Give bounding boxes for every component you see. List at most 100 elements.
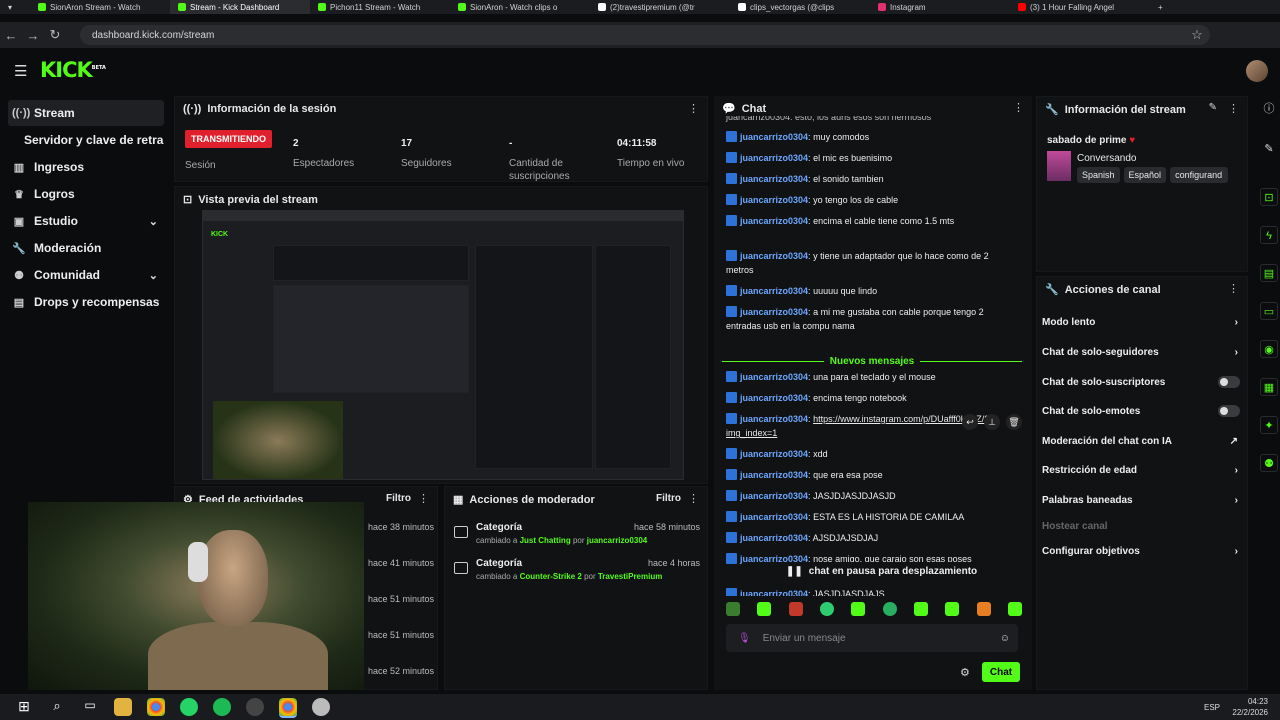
delete-icon[interactable]: 🗑 [1006, 414, 1022, 430]
stream-preview-video[interactable]: KICK [202, 210, 684, 480]
chat-message[interactable]: juancarrizo0304: AJSDJAJSDJAJ [726, 531, 1018, 545]
emote-icon[interactable] [757, 602, 772, 616]
chat-message-input[interactable]: 🎙 Enviar un mensaje ☺ [726, 624, 1018, 652]
wrench-icon[interactable]: ✦ [1260, 416, 1278, 434]
browser-tab[interactable]: Instagram [870, 0, 1010, 14]
action-emotes-only[interactable]: Chat de solo-emotes [1042, 401, 1242, 421]
spotify-icon[interactable] [213, 698, 231, 716]
browser-tab[interactable]: (2)travestipremium (@tr [590, 0, 730, 14]
feed-filter-button[interactable]: Filtro [386, 493, 411, 504]
info-icon[interactable]: ⓘ [1260, 100, 1278, 118]
chat-message[interactable]: juancarrizo0304: una para el teclado y e… [726, 370, 1018, 384]
app-icon[interactable] [312, 698, 330, 716]
bookmark-star-icon[interactable]: ☆ [1186, 27, 1208, 43]
sidebar-item-estudio[interactable]: ▣ Estudio ⌄ [8, 208, 164, 234]
user-avatar[interactable] [1246, 60, 1268, 82]
chat-username[interactable]: juancarrizo0304 [740, 174, 808, 184]
subscribers-only-toggle[interactable] [1218, 376, 1240, 388]
browser-tab-active[interactable]: Stream - Kick Dashboard [170, 0, 310, 14]
chat-message[interactable]: juancarrizo0304: muy comodos [726, 130, 1018, 144]
chat-username[interactable]: juancarrizo0304 [740, 491, 808, 501]
chat-paused-banner[interactable]: ❚❚ chat en pausa para desplazamiento [770, 562, 1000, 580]
browser-tab[interactable]: clips_vectorgas (@clips [730, 0, 870, 14]
chat-username[interactable]: juancarrizo0304 [740, 393, 808, 403]
chrome-icon[interactable] [279, 698, 297, 716]
action-slow-mode[interactable]: Modo lento › [1042, 312, 1242, 332]
chat-message[interactable]: juancarrizo0304: que era esa pose [726, 468, 1018, 482]
chat-send-button[interactable]: Chat [982, 662, 1020, 682]
kick-logo[interactable]: KICKBETA [40, 58, 106, 82]
mic-icon[interactable]: 🎙 [738, 633, 751, 644]
action-subscribers-only[interactable]: Chat de solo-suscriptores [1042, 372, 1242, 392]
action-goals[interactable]: Configurar objetivos › [1042, 541, 1242, 561]
more-options-icon[interactable]: ⋮ [1013, 101, 1024, 114]
emote-icon[interactable] [1007, 602, 1022, 616]
chat-username[interactable]: juancarrizo0304 [740, 216, 808, 226]
file-explorer-icon[interactable] [114, 698, 132, 716]
chrome-icon[interactable] [147, 698, 165, 716]
action-age-restriction[interactable]: Restricción de edad › [1042, 460, 1242, 480]
emotes-only-toggle[interactable] [1218, 405, 1240, 417]
system-tray[interactable]: ESP 04:23 22/2/2026 [1204, 696, 1268, 718]
tab-strip-menu[interactable]: ▾ [0, 0, 30, 14]
action-followers-only[interactable]: Chat de solo-seguidores › [1042, 342, 1242, 362]
layout-icon[interactable]: ▦ [1260, 378, 1278, 396]
reply-icon[interactable]: ↩ [962, 414, 978, 430]
community-icon[interactable]: ⚉ [1260, 454, 1278, 472]
chat-message[interactable]: juancarrizo0304: el mic es buenisimo [726, 151, 1018, 165]
chat-username[interactable]: juancarrizo0304 [740, 449, 808, 459]
tag[interactable]: configurand [1170, 167, 1229, 183]
pin-icon[interactable]: ⊥ [984, 414, 1000, 430]
chat-username[interactable]: juancarrizo0304 [740, 286, 808, 296]
chat-message[interactable]: juancarrizo0304: JASJDJASJDJASJD [726, 489, 1018, 503]
emote-icon[interactable] [819, 602, 834, 616]
mod-filter-button[interactable]: Filtro [656, 493, 681, 504]
document-icon[interactable]: ▤ [1260, 264, 1278, 282]
menu-icon[interactable]: ☰ [14, 62, 27, 80]
chat-icon[interactable]: ▭ [1260, 302, 1278, 320]
back-icon[interactable]: ← [0, 28, 22, 43]
tag[interactable]: Spanish [1077, 167, 1120, 183]
sidebar-item-comunidad[interactable]: ⚉ Comunidad ⌄ [8, 262, 164, 288]
chat-message[interactable]: juancarrizo0304: a mi me gustaba con cab… [726, 305, 1018, 333]
emote-icon[interactable] [726, 602, 740, 616]
sidebar-item-server-key[interactable]: Servidor y clave de retransm [8, 127, 164, 153]
sidebar-item-ingresos[interactable]: ▥ Ingresos [8, 154, 164, 180]
chat-message[interactable]: juancarrizo0304: y tiene un adaptador qu… [726, 249, 1018, 277]
sidebar-item-drops[interactable]: ▤ Drops y recompensas [8, 289, 164, 315]
url-input[interactable]: dashboard.kick.com/stream [80, 25, 1210, 45]
emote-icon[interactable] [882, 602, 897, 616]
emote-icon[interactable] [913, 602, 928, 616]
forward-icon[interactable]: → [22, 28, 44, 43]
sidebar-item-moderacion[interactable]: 🔧 Moderación [8, 235, 164, 261]
browser-tab[interactable]: Pichon11 Stream - Watch [310, 0, 450, 14]
more-options-icon[interactable]: ⋮ [1228, 102, 1239, 115]
search-icon[interactable]: ⌕ [48, 698, 66, 716]
emote-icon[interactable] [851, 602, 866, 616]
edit-pencil-icon[interactable]: ✎ [1209, 102, 1217, 113]
task-view-icon[interactable]: ▭ [81, 698, 99, 716]
chat-message[interactable]: juancarrizo0304: uuuuu que lindo [726, 284, 1018, 298]
chat-message[interactable]: juancarrizo0304: yo tengo los de cable [726, 193, 1018, 207]
chat-username[interactable]: juancarrizo0304 [740, 251, 808, 261]
chat-username[interactable]: juancarrizo0304 [740, 470, 808, 480]
chat-message[interactable]: juancarrizo0304: ESTA ES LA HISTORIA DE … [726, 510, 1018, 524]
more-options-icon[interactable]: ⋮ [418, 492, 429, 505]
chat-message[interactable]: juancarrizo0304: encima tengo notebook [726, 391, 1018, 405]
more-options-icon[interactable]: ⋮ [1228, 282, 1239, 295]
reload-icon[interactable]: ↻ [44, 27, 66, 43]
more-options-icon[interactable]: ⋮ [688, 102, 699, 115]
broadcast-icon[interactable]: ◉ [1260, 340, 1278, 358]
chat-message[interactable]: juancarrizo0304: el sonido tambien [726, 172, 1018, 186]
windows-start-icon[interactable]: ⊞ [15, 698, 33, 716]
emote-icon[interactable] [945, 602, 960, 616]
more-options-icon[interactable]: ⋮ [688, 492, 699, 505]
sidebar-item-stream[interactable]: ((·)) Stream [8, 100, 164, 126]
emoji-icon[interactable]: ☺ [1000, 633, 1010, 644]
chat-username[interactable]: juancarrizo0304 [740, 153, 808, 163]
chat-username[interactable]: juancarrizo0304 [740, 512, 808, 522]
chat-username[interactable]: juancarrizo0304 [740, 307, 808, 317]
browser-tab[interactable]: (3) 1 Hour Falling Angel [1010, 0, 1150, 14]
chat-username[interactable]: juancarrizo0304 [740, 372, 808, 382]
chat-username[interactable]: juancarrizo0304 [740, 132, 808, 142]
